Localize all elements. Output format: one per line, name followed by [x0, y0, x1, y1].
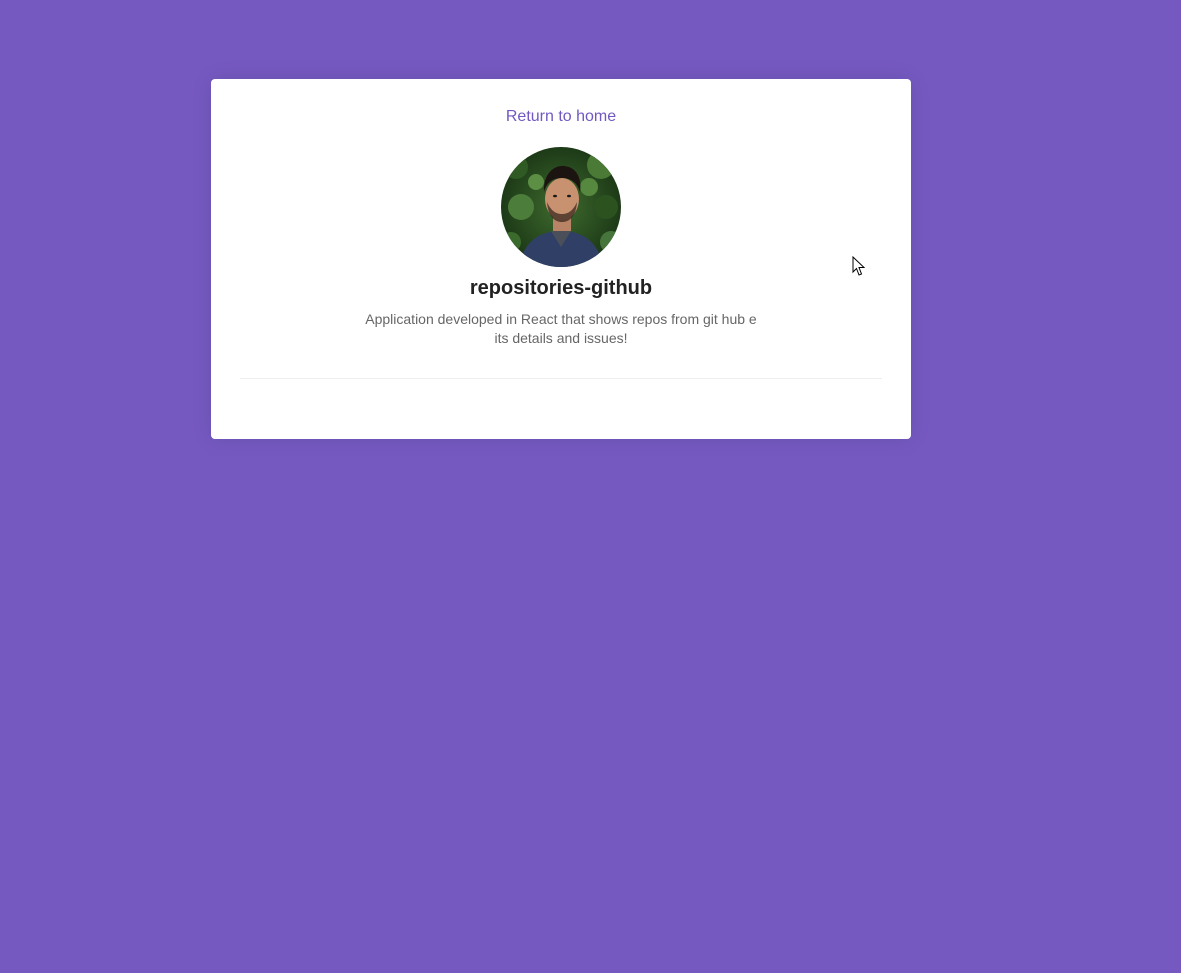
repository-name: repositories-github [469, 277, 653, 299]
owner-avatar [501, 147, 621, 267]
avatar-photo [501, 147, 621, 267]
return-home-link[interactable]: Return to home [211, 108, 911, 126]
repository-description: Application developed in React that show… [365, 311, 757, 346]
issues-divider [240, 378, 882, 379]
repository-card: Return to home repositories-github Appli… [211, 79, 911, 439]
